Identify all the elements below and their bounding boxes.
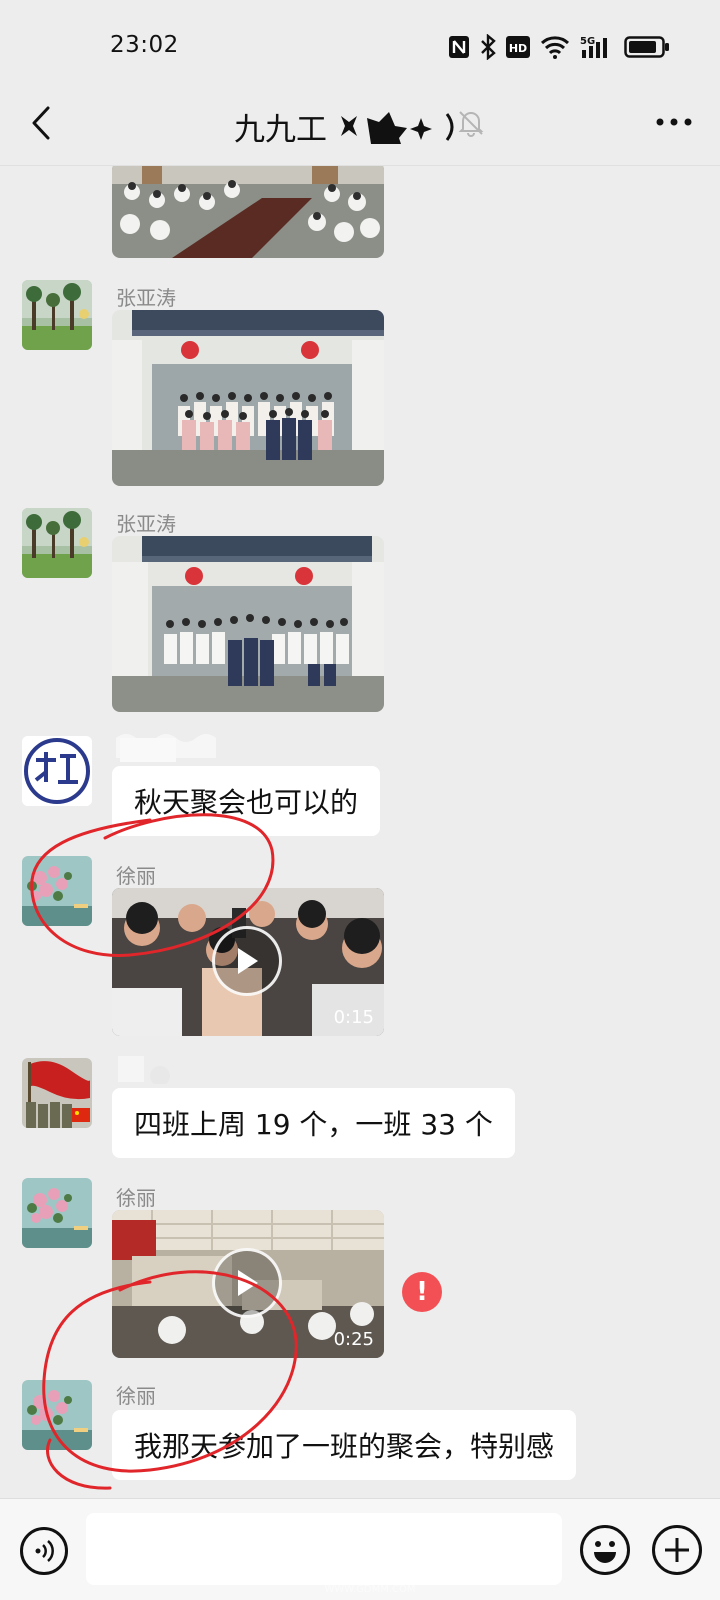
send-failed-mark: ! bbox=[416, 1277, 428, 1307]
avatar[interactable] bbox=[22, 1058, 92, 1128]
message-item: 秋天聚会也可以的 bbox=[0, 734, 720, 844]
message-item: 四班上周 19 个，一班 33 个 bbox=[0, 1056, 720, 1166]
bluetooth-icon bbox=[481, 34, 496, 60]
sender-name-obscured bbox=[118, 1056, 170, 1084]
send-failed-icon[interactable]: ! bbox=[402, 1272, 442, 1312]
svg-text:5G: 5G bbox=[580, 36, 595, 47]
video-duration: 0:15 bbox=[333, 1007, 374, 1028]
message-item bbox=[0, 166, 720, 262]
emoji-button[interactable] bbox=[580, 1525, 630, 1575]
hd-icon: HD bbox=[506, 36, 530, 58]
avatar[interactable] bbox=[22, 856, 92, 926]
site-watermark: WWW.GDMM.COM bbox=[273, 1561, 451, 1595]
chat-title: 九九工 bbox=[234, 104, 463, 149]
message-item: 徐丽 0:15 bbox=[0, 854, 720, 1044]
image-message[interactable] bbox=[112, 166, 384, 258]
text-bubble[interactable]: 四班上周 19 个，一班 33 个 bbox=[112, 1088, 515, 1158]
meeting-photo bbox=[112, 166, 384, 258]
status-icons: HD 5G bbox=[448, 30, 670, 64]
nfc-icon bbox=[449, 36, 469, 58]
video-duration: 0:25 bbox=[333, 1329, 374, 1350]
back-button[interactable] bbox=[18, 100, 64, 146]
chat-title-text: 九九工 bbox=[234, 112, 327, 148]
avatar-flowers bbox=[22, 1178, 92, 1248]
voice-icon bbox=[35, 1540, 54, 1562]
watermark-text: WWW.GDMM.COM bbox=[324, 1584, 415, 1595]
avatar[interactable] bbox=[22, 280, 92, 350]
sender-name: 张亚涛 bbox=[116, 512, 176, 536]
play-icon bbox=[238, 1270, 258, 1296]
message-text: 秋天聚会也可以的 bbox=[134, 786, 359, 819]
status-bar: 23:02 HD 5G bbox=[0, 0, 720, 96]
message-item: 张亚涛 bbox=[0, 276, 720, 496]
status-time: 23:02 bbox=[110, 32, 179, 58]
text-bubble[interactable]: 秋天聚会也可以的 bbox=[112, 766, 381, 836]
mute-bell-icon bbox=[458, 111, 484, 137]
plus-button[interactable] bbox=[652, 1525, 702, 1575]
avatar[interactable] bbox=[22, 1178, 92, 1248]
sender-name: 徐丽 bbox=[116, 864, 156, 888]
avatar[interactable] bbox=[22, 508, 92, 578]
sender-name: 徐丽 bbox=[116, 1186, 156, 1210]
back-arrow-icon bbox=[32, 106, 50, 140]
video-message[interactable]: 0:15 bbox=[112, 888, 384, 1036]
avatar[interactable] bbox=[22, 736, 92, 806]
group-photo bbox=[112, 536, 384, 712]
play-button[interactable] bbox=[212, 1248, 282, 1318]
message-item: 徐丽 0:25 ! bbox=[0, 1176, 720, 1366]
play-icon bbox=[238, 948, 258, 974]
chat-header: 九九工 bbox=[0, 96, 720, 166]
voice-button[interactable] bbox=[20, 1527, 68, 1575]
message-text: 四班上周 19 个，一班 33 个 bbox=[134, 1108, 493, 1141]
avatar-landscape bbox=[22, 280, 92, 350]
play-button[interactable] bbox=[212, 926, 282, 996]
video-message[interactable]: 0:25 bbox=[112, 1210, 384, 1358]
svg-text:HD: HD bbox=[509, 42, 527, 55]
more-button[interactable] bbox=[650, 102, 698, 142]
battery-icon bbox=[624, 36, 669, 58]
sender-name: 张亚涛 bbox=[116, 286, 176, 310]
message-item: 徐丽 我那天参加了一班的聚会，特别感 bbox=[0, 1376, 720, 1498]
group-photo bbox=[112, 310, 384, 486]
text-bubble[interactable]: 我那天参加了一班的聚会，特别感 bbox=[112, 1410, 577, 1480]
more-dots-icon bbox=[656, 118, 692, 126]
wifi-icon bbox=[540, 36, 570, 59]
chat-messages[interactable]: 张亚涛 张亚涛 秋天聚会也可以的 徐丽 0:15 四班上周 19 个，一班 33… bbox=[0, 166, 720, 1498]
title-obscured-emoji bbox=[340, 112, 454, 144]
image-message[interactable] bbox=[112, 310, 384, 486]
avatar-flag bbox=[22, 1058, 92, 1128]
avatar-flowers bbox=[22, 856, 92, 926]
sender-name: 徐丽 bbox=[116, 1384, 156, 1408]
5g-signal-icon: 5G bbox=[580, 36, 607, 58]
sender-name-obscured bbox=[116, 734, 216, 762]
avatar-logo bbox=[22, 736, 92, 806]
image-message[interactable] bbox=[112, 536, 384, 712]
emoji-icon bbox=[594, 1541, 616, 1563]
plus-icon bbox=[665, 1538, 689, 1562]
avatar[interactable] bbox=[22, 1380, 92, 1450]
message-item: 张亚涛 bbox=[0, 506, 720, 726]
avatar-landscape bbox=[22, 508, 92, 578]
message-text: 我那天参加了一班的聚会，特别感 bbox=[134, 1430, 555, 1463]
avatar-flowers bbox=[22, 1380, 92, 1450]
